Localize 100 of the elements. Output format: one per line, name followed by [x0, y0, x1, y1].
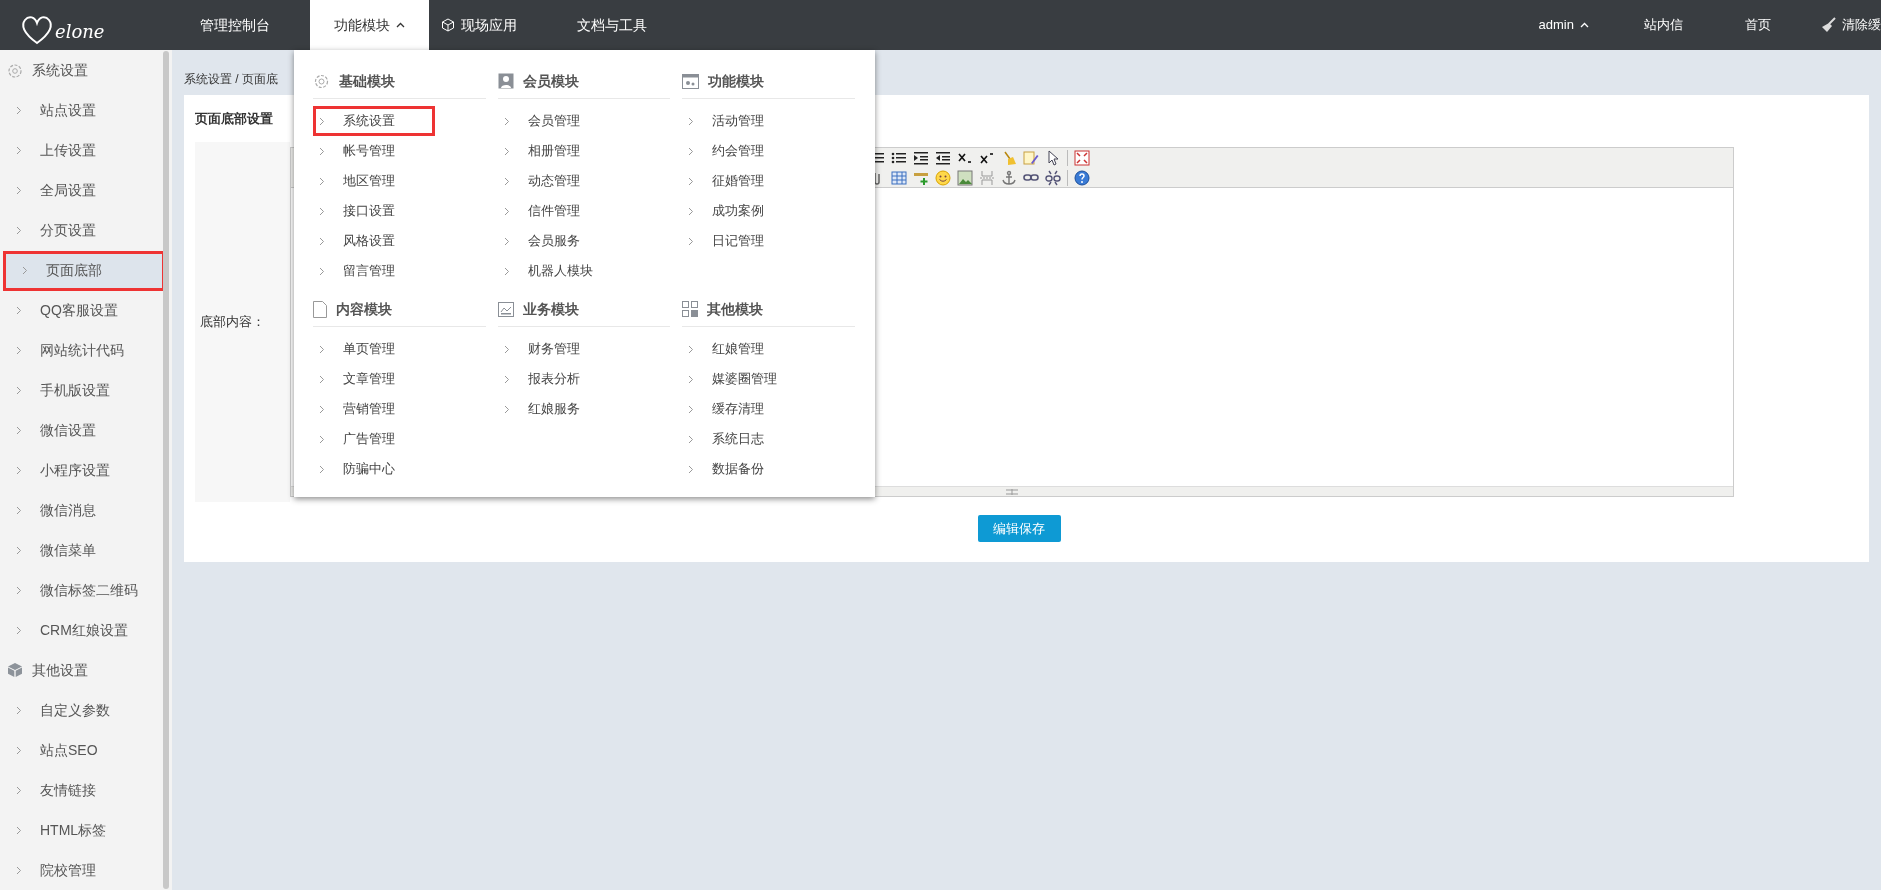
- chevron-right-icon: [688, 146, 695, 156]
- sidebar-item[interactable]: QQ客服设置: [0, 290, 163, 331]
- sidebar-item[interactable]: 分页设置: [0, 210, 163, 251]
- dropdown-item[interactable]: 征婚管理: [682, 166, 855, 196]
- heart-icon: [20, 15, 54, 45]
- dropdown-group-header: 基础模块: [313, 64, 486, 99]
- dropdown-item[interactable]: 相册管理: [497, 136, 671, 166]
- chevron-right-icon: [688, 404, 695, 414]
- sidebar-item[interactable]: 上传设置: [0, 130, 163, 171]
- sidebar-item[interactable]: 院校管理: [0, 850, 163, 890]
- dropdown-item[interactable]: 会员服务: [497, 226, 671, 256]
- caret-icon: [1580, 22, 1589, 28]
- sidebar-item[interactable]: 网站统计代码: [0, 330, 163, 371]
- image-icon[interactable]: [957, 169, 973, 186]
- dropdown-item[interactable]: 报表分析: [497, 364, 671, 394]
- top-link[interactable]: 清除缓: [1821, 15, 1881, 35]
- chevron-right-icon: [16, 585, 22, 595]
- sidebar-item[interactable]: 全局设置: [0, 170, 163, 211]
- breadcrumb: 系统设置 / 页面底: [184, 70, 278, 88]
- indent-icon[interactable]: [913, 149, 929, 166]
- chevron-right-icon: [16, 466, 22, 475]
- sidebar-item[interactable]: 友情链接: [0, 770, 163, 811]
- broom-icon: [1821, 17, 1837, 33]
- chevron-right-icon: [503, 266, 510, 276]
- sidebar-item[interactable]: 小程序设置: [0, 450, 163, 491]
- chevron-right-icon: [319, 236, 325, 246]
- picture-frame-icon: [497, 301, 514, 317]
- dropdown-item[interactable]: 防骗中心: [313, 454, 486, 484]
- dropdown-item[interactable]: 缓存清理: [682, 394, 855, 424]
- dropdown-item[interactable]: 数据备份: [682, 454, 855, 484]
- sidebar-group-header[interactable]: 其他设置: [0, 650, 163, 691]
- chevron-right-icon: [503, 116, 510, 126]
- dropdown-item[interactable]: 信件管理: [497, 196, 671, 226]
- sidebar-item[interactable]: HTML标签: [0, 810, 163, 851]
- chevron-right-icon: [688, 434, 695, 444]
- gear-icon: [7, 62, 23, 79]
- dropdown-item[interactable]: 财务管理: [497, 334, 671, 364]
- dropdown-item[interactable]: 日记管理: [682, 226, 855, 256]
- fullscreen-icon[interactable]: [1074, 149, 1090, 166]
- chevron-right-icon: [16, 186, 22, 196]
- user-menu[interactable]: admin: [1538, 15, 1589, 35]
- sidebar-item[interactable]: 站点SEO: [0, 730, 163, 771]
- card-title: 页面底部设置: [195, 109, 273, 128]
- sidebar-item[interactable]: 微信标签二维码: [0, 570, 163, 611]
- dropdown-item[interactable]: 动态管理: [497, 166, 671, 196]
- sidebar-item[interactable]: 微信设置: [0, 410, 163, 451]
- outdent-icon[interactable]: [935, 149, 951, 166]
- sidebar-item[interactable]: 微信菜单: [0, 530, 163, 571]
- nav-tab[interactable]: 功能模块: [310, 0, 429, 50]
- chevron-right-icon: [503, 146, 510, 156]
- nav-tab[interactable]: 管理控制台: [160, 0, 310, 50]
- chevron-right-icon: [16, 785, 22, 795]
- chevron-right-icon: [16, 705, 22, 715]
- dropdown-item[interactable]: 红娘服务: [497, 394, 671, 424]
- chevron-right-icon: [503, 176, 510, 186]
- anchor-icon[interactable]: [1001, 169, 1017, 186]
- dropdown-item[interactable]: 留言管理: [313, 256, 486, 286]
- sidebar-item[interactable]: 页面底部: [3, 250, 165, 291]
- logo[interactable]: elone: [0, 5, 160, 45]
- broom-icon[interactable]: [1001, 149, 1017, 166]
- dropdown-item[interactable]: 活动管理: [682, 106, 855, 136]
- dropdown-item[interactable]: 帐号管理: [313, 136, 486, 166]
- dropdown-item[interactable]: 会员管理: [497, 106, 671, 136]
- chevron-right-icon: [503, 374, 510, 384]
- sidebar-item[interactable]: 站点设置: [0, 90, 163, 131]
- sidebar-item[interactable]: 自定义参数: [0, 690, 163, 731]
- top-link[interactable]: 站内信: [1644, 15, 1683, 35]
- dropdown-item[interactable]: 单页管理: [313, 334, 486, 364]
- dropdown-item[interactable]: 地区管理: [313, 166, 486, 196]
- chevron-right-icon: [22, 266, 28, 276]
- dropdown-item[interactable]: 系统日志: [682, 424, 855, 454]
- sidebar-item[interactable]: CRM红娘设置: [0, 610, 163, 651]
- sidebar-group-header[interactable]: 系统设置: [0, 51, 163, 91]
- dropdown-item[interactable]: 营销管理: [313, 394, 486, 424]
- dropdown-item[interactable]: 成功案例: [682, 196, 855, 226]
- dropdown-item[interactable]: 接口设置: [313, 196, 486, 226]
- chevron-right-icon: [319, 206, 325, 216]
- dropdown-item[interactable]: 广告管理: [313, 424, 486, 454]
- chevron-right-icon: [16, 865, 22, 875]
- dropdown-item[interactable]: 媒婆圈管理: [682, 364, 855, 394]
- dropdown-item[interactable]: 机器人模块: [497, 256, 671, 286]
- help-icon[interactable]: [1074, 169, 1090, 186]
- dropdown-group-header: 业务模块: [497, 292, 671, 327]
- unlink-icon[interactable]: [1045, 169, 1061, 186]
- cube-icon: [7, 662, 23, 679]
- pointer-icon[interactable]: [1045, 149, 1061, 166]
- edit-icon[interactable]: [1023, 149, 1039, 166]
- sidebar-item[interactable]: 手机版设置: [0, 370, 163, 411]
- top-link[interactable]: 首页: [1745, 15, 1771, 35]
- chevron-right-icon: [503, 236, 510, 246]
- dropdown-item[interactable]: 文章管理: [313, 364, 486, 394]
- dropdown-item[interactable]: 风格设置: [313, 226, 486, 256]
- dropdown-item[interactable]: 约会管理: [682, 136, 855, 166]
- sidebar-item[interactable]: 微信消息: [0, 490, 163, 531]
- dropdown-item[interactable]: 系统设置: [313, 106, 435, 136]
- nav-tab[interactable]: 文档与工具: [565, 0, 659, 50]
- dropdown-item[interactable]: 红娘管理: [682, 334, 855, 364]
- nav-tab[interactable]: 现场应用: [429, 0, 529, 50]
- chevron-right-icon: [688, 176, 695, 186]
- scrollbar[interactable]: [163, 51, 169, 889]
